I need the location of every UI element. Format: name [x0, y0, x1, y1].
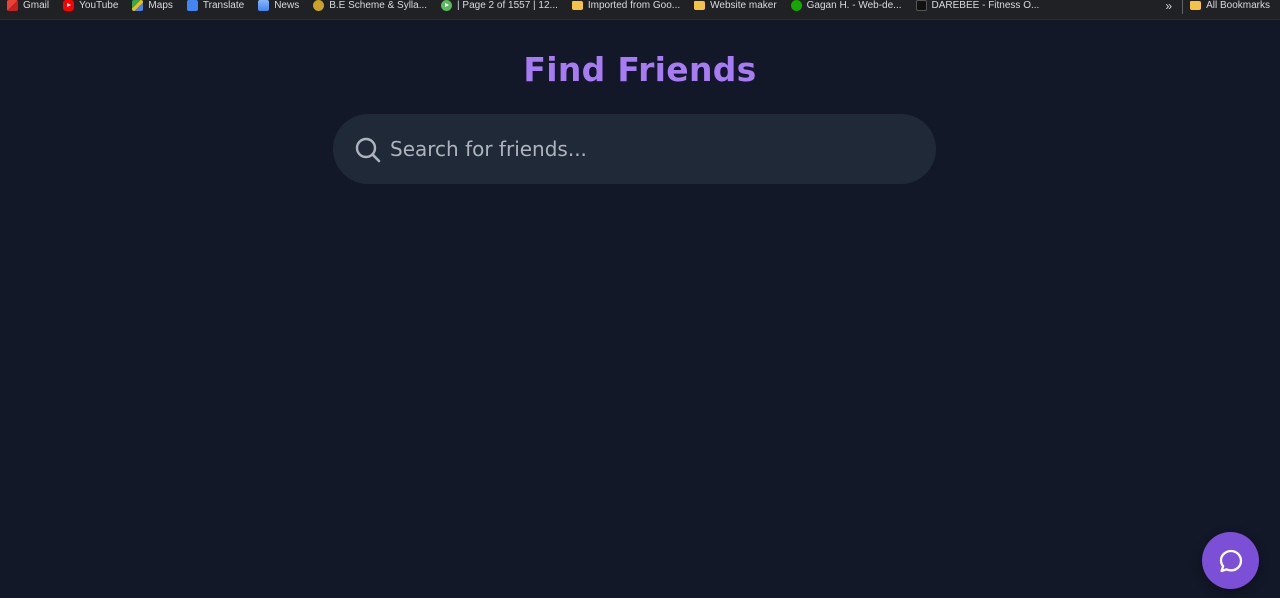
all-bookmarks-label: All Bookmarks [1206, 0, 1270, 11]
bookmark-page-2[interactable]: | Page 2 of 1557 | 12... [434, 0, 565, 14]
bookmark-darebee[interactable]: DAREBEE - Fitness O... [909, 0, 1047, 14]
bookmarks-bar: Gmail YouTube Maps Translate News B.E Sc… [0, 0, 1280, 20]
bookmarks-overflow-button[interactable]: » [1155, 0, 1182, 13]
page-title: Find Friends [523, 50, 757, 89]
bookmark-label: Website maker [710, 0, 777, 11]
folder-icon [571, 1, 583, 10]
bookmark-label: DAREBEE - Fitness O... [931, 0, 1040, 11]
bookmark-imported[interactable]: Imported from Goo... [565, 0, 687, 14]
darebee-icon [915, 0, 927, 11]
bookmark-label: YouTube [79, 0, 119, 11]
news-icon [258, 0, 270, 11]
bookmark-youtube[interactable]: YouTube [56, 0, 125, 14]
bookmark-label: Imported from Goo... [587, 0, 681, 11]
bookmark-label: Gagan H. - Web-de... [806, 0, 902, 11]
bookmark-label: Maps [148, 0, 173, 11]
bookmark-label: B.E Scheme & Sylla... [329, 0, 428, 11]
emblem-icon [313, 0, 325, 11]
bookmark-news[interactable]: News [251, 0, 306, 14]
bookmark-label: News [274, 0, 300, 11]
maps-icon [132, 0, 144, 11]
bookmark-translate[interactable]: Translate [180, 0, 251, 14]
search-bar[interactable] [333, 114, 936, 184]
chat-bubble-icon [1219, 549, 1242, 572]
youtube-icon [63, 0, 75, 11]
search-input[interactable] [390, 114, 910, 184]
folder-icon [694, 1, 706, 10]
chat-button[interactable] [1202, 532, 1259, 589]
play-icon [441, 0, 453, 11]
bookmark-be-scheme[interactable]: B.E Scheme & Sylla... [306, 0, 434, 14]
bookmark-label: | Page 2 of 1557 | 12... [457, 0, 558, 11]
bookmark-maps[interactable]: Maps [125, 0, 179, 14]
gmail-icon [7, 0, 18, 11]
folder-icon [1190, 1, 1202, 10]
bookmark-gagan[interactable]: Gagan H. - Web-de... [784, 0, 909, 14]
translate-icon [186, 0, 198, 11]
bookmark-label: Gmail [23, 0, 50, 11]
bookmark-gmail[interactable]: Gmail [0, 0, 56, 14]
bookmark-website-maker[interactable]: Website maker [687, 0, 784, 14]
bookmark-label: Translate [202, 0, 245, 11]
all-bookmarks-button[interactable]: All Bookmarks [1183, 0, 1280, 14]
upwork-icon [790, 0, 802, 11]
search-icon [355, 137, 381, 163]
